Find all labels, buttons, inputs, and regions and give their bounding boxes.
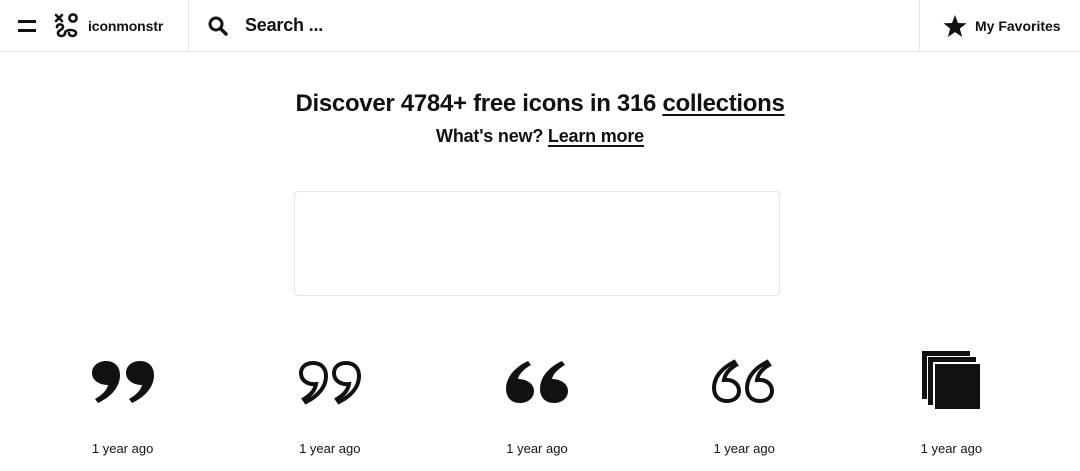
hero: Discover 4784+ free icons in 316 collect… xyxy=(0,88,1080,148)
quote-open-outline-icon xyxy=(704,340,784,420)
icon-card[interactable]: 1 year ago xyxy=(848,340,1055,456)
star-icon xyxy=(943,14,967,37)
icon-card[interactable]: 1 year ago xyxy=(641,340,848,456)
menu-button[interactable] xyxy=(0,0,54,51)
icon-grid: 1 year ago 1 year ago 1 year ago 1 year … xyxy=(19,340,1055,456)
top-header: iconmonstr Search ... My Favorites xyxy=(0,0,1080,52)
iconmonstr-logo-icon xyxy=(54,12,78,37)
stacked-squares-icon xyxy=(911,340,991,420)
icon-card[interactable]: 1 year ago xyxy=(19,340,226,456)
quote-close-outline-icon xyxy=(290,340,370,420)
quote-close-filled-icon xyxy=(83,340,163,420)
icon-timestamp: 1 year ago xyxy=(920,441,983,456)
search-input[interactable]: Search ... xyxy=(208,0,323,51)
search-placeholder: Search ... xyxy=(245,15,324,35)
whats-new-text: What's new? xyxy=(436,126,548,146)
header-divider xyxy=(188,0,189,51)
my-favorites-button[interactable]: My Favorites xyxy=(920,0,1080,51)
collections-link[interactable]: collections xyxy=(662,90,784,117)
icon-timestamp: 1 year ago xyxy=(506,441,568,456)
title-text: Discover 4784+ free icons in 316 xyxy=(295,90,663,117)
icon-timestamp: 1 year ago xyxy=(299,441,361,456)
learn-more-link[interactable]: Learn more xyxy=(548,126,644,146)
quote-open-filled-icon xyxy=(497,340,577,420)
brand-name: iconmonstr xyxy=(88,17,164,34)
icon-timestamp: 1 year ago xyxy=(713,441,775,456)
whats-new: What's new? Learn more xyxy=(0,124,1080,148)
icon-timestamp: 1 year ago xyxy=(91,441,154,456)
search-icon xyxy=(208,16,228,36)
icon-card[interactable]: 1 year ago xyxy=(433,340,640,456)
ad-placeholder xyxy=(294,191,780,296)
page-title: Discover 4784+ free icons in 316 collect… xyxy=(0,88,1080,120)
icon-card[interactable]: 1 year ago xyxy=(226,340,433,456)
hamburger-icon xyxy=(18,19,36,32)
favorites-label: My Favorites xyxy=(975,17,1061,34)
brand-logo-link[interactable]: iconmonstr xyxy=(54,0,163,51)
